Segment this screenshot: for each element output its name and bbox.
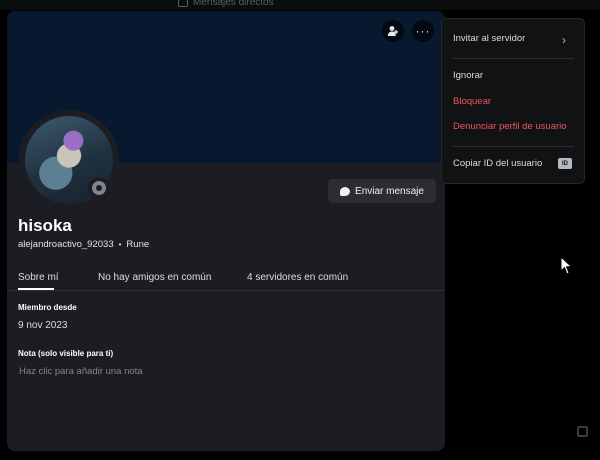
- add-friend-button[interactable]: [382, 20, 404, 42]
- status-indicator: [88, 177, 110, 199]
- menu-item-report-profile[interactable]: Denunciar perfil de usuario: [453, 121, 567, 132]
- member-since-value: 9 nov 2023: [18, 320, 68, 331]
- chat-bubble-icon: [340, 186, 351, 196]
- tabs-divider: [7, 290, 445, 291]
- more-icon: ···: [415, 24, 431, 38]
- mouse-cursor-icon: [560, 256, 573, 275]
- tab-about-me[interactable]: Sobre mí: [18, 272, 59, 283]
- background-topbar: [0, 0, 600, 10]
- menu-item-copy-user-id[interactable]: Copiar ID del usuario: [453, 158, 542, 169]
- separator: •: [118, 240, 122, 249]
- menu-item-ignore[interactable]: Ignorar: [453, 70, 483, 81]
- user-profile-modal: ··· Enviar mensaje hisoka alejandroactiv…: [7, 11, 445, 451]
- member-since-title: Miembro desde: [18, 303, 77, 312]
- profile-tabs: Sobre mí No hay amigos en común 4 servid…: [18, 272, 433, 290]
- username: alejandroactivo_92033: [18, 239, 114, 250]
- note-title: Nota (solo visible para ti): [18, 349, 114, 358]
- background-title-label: Mensajes directos: [193, 0, 274, 8]
- tab-mutual-friends[interactable]: No hay amigos en común: [98, 272, 211, 283]
- dm-icon: [178, 0, 188, 7]
- display-name: hisoka: [18, 216, 72, 235]
- add-friend-icon: [387, 26, 398, 36]
- tab-mutual-servers[interactable]: 4 servidores en común: [247, 272, 348, 283]
- pronoun-tag: Rune: [126, 239, 150, 250]
- menu-item-invite-to-server[interactable]: Invitar al servidor: [453, 33, 525, 44]
- chevron-right-icon: ›: [562, 33, 566, 47]
- more-options-button[interactable]: ···: [412, 20, 434, 42]
- id-icon: ID: [558, 158, 572, 169]
- send-message-label: Enviar mensaje: [355, 185, 424, 197]
- menu-divider: [452, 146, 574, 147]
- menu-item-block[interactable]: Bloquear: [453, 96, 491, 107]
- send-message-button[interactable]: Enviar mensaje: [328, 179, 436, 203]
- note-input[interactable]: Haz clic para añadir una nota: [15, 366, 435, 382]
- user-context-menu: Invitar al servidor › Ignorar Bloquear D…: [441, 18, 585, 184]
- gift-icon: [577, 426, 588, 437]
- offline-status-icon: [92, 181, 106, 195]
- username-line: alejandroactivo_92033 • Rune: [18, 239, 149, 250]
- background-title: Mensajes directos: [178, 0, 274, 8]
- menu-divider: [452, 58, 574, 59]
